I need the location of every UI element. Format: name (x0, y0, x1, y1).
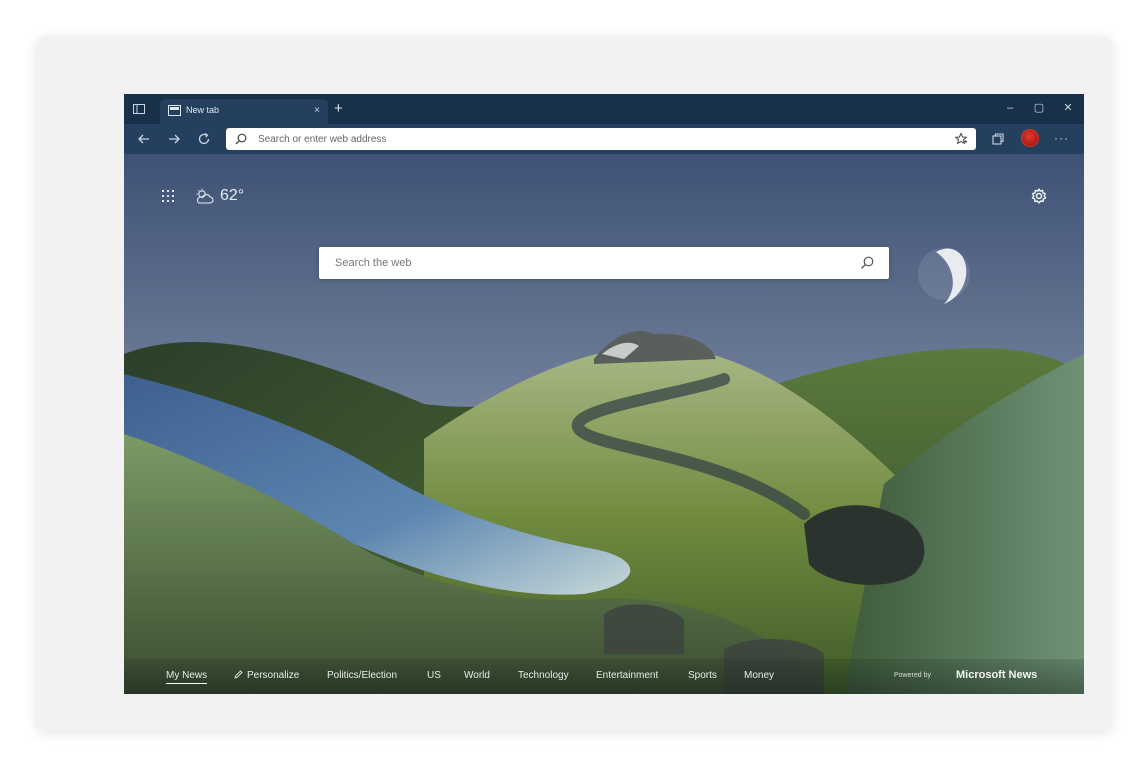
partly-cloudy-icon (196, 188, 214, 204)
microsoft-news-logo[interactable]: Microsoft News (956, 669, 1037, 681)
new-tab-button[interactable]: + (334, 101, 343, 116)
news-navigation-bar: My News Personalize Politics/Election US… (124, 659, 1084, 694)
news-tab-entertainment[interactable]: Entertainment (596, 670, 658, 681)
favorite-star-icon[interactable] (954, 132, 968, 146)
news-tab-money[interactable]: Money (744, 670, 774, 681)
title-bar: New tab × + – ▢ ✕ (124, 94, 1084, 124)
tab-title: New tab (186, 105, 220, 115)
powered-by-label: Powered by (894, 672, 931, 679)
profile-avatar[interactable] (1021, 129, 1039, 147)
maximize-button[interactable]: ▢ (1029, 99, 1049, 117)
tab-new-tab[interactable]: New tab × (160, 99, 328, 124)
web-search-box[interactable] (319, 247, 889, 279)
minimize-button[interactable]: – (1000, 99, 1020, 117)
navigation-toolbar: ··· (124, 124, 1084, 154)
landscape-background-image (124, 154, 1084, 694)
close-window-button[interactable]: ✕ (1058, 99, 1078, 117)
collections-icon[interactable] (990, 131, 1006, 147)
app-launcher-icon[interactable] (160, 188, 176, 204)
news-tab-technology[interactable]: Technology (518, 670, 569, 681)
search-icon (235, 133, 247, 145)
tab-actions-icon[interactable] (132, 102, 146, 116)
pencil-icon (234, 670, 243, 679)
forward-arrow-icon[interactable] (166, 131, 182, 147)
news-tab-politics-election[interactable]: Politics/Election (327, 670, 397, 681)
news-tab-personalize[interactable]: Personalize (234, 670, 299, 681)
web-search-input[interactable] (335, 247, 835, 279)
new-tab-page: 62° My News Personalize Politics/Electio… (124, 154, 1084, 694)
address-bar[interactable] (226, 128, 976, 150)
news-tab-my-news[interactable]: My News (166, 670, 208, 684)
new-tab-page-icon (168, 105, 181, 116)
news-tab-personalize-label: Personalize (247, 670, 300, 681)
news-tab-sports[interactable]: Sports (688, 670, 717, 681)
address-input[interactable] (258, 128, 938, 150)
settings-and-more-button[interactable]: ··· (1054, 132, 1069, 144)
search-icon[interactable] (859, 255, 875, 271)
news-tab-us[interactable]: US (427, 670, 441, 681)
gear-icon[interactable] (1030, 187, 1048, 205)
weather-temperature: 62° (220, 187, 245, 204)
refresh-icon[interactable] (196, 131, 212, 147)
back-arrow-icon[interactable] (136, 131, 152, 147)
tab-close-button[interactable]: × (314, 105, 320, 117)
news-tab-world[interactable]: World (464, 670, 490, 681)
browser-window: New tab × + – ▢ ✕ Search or enter web ad… (124, 94, 1084, 694)
